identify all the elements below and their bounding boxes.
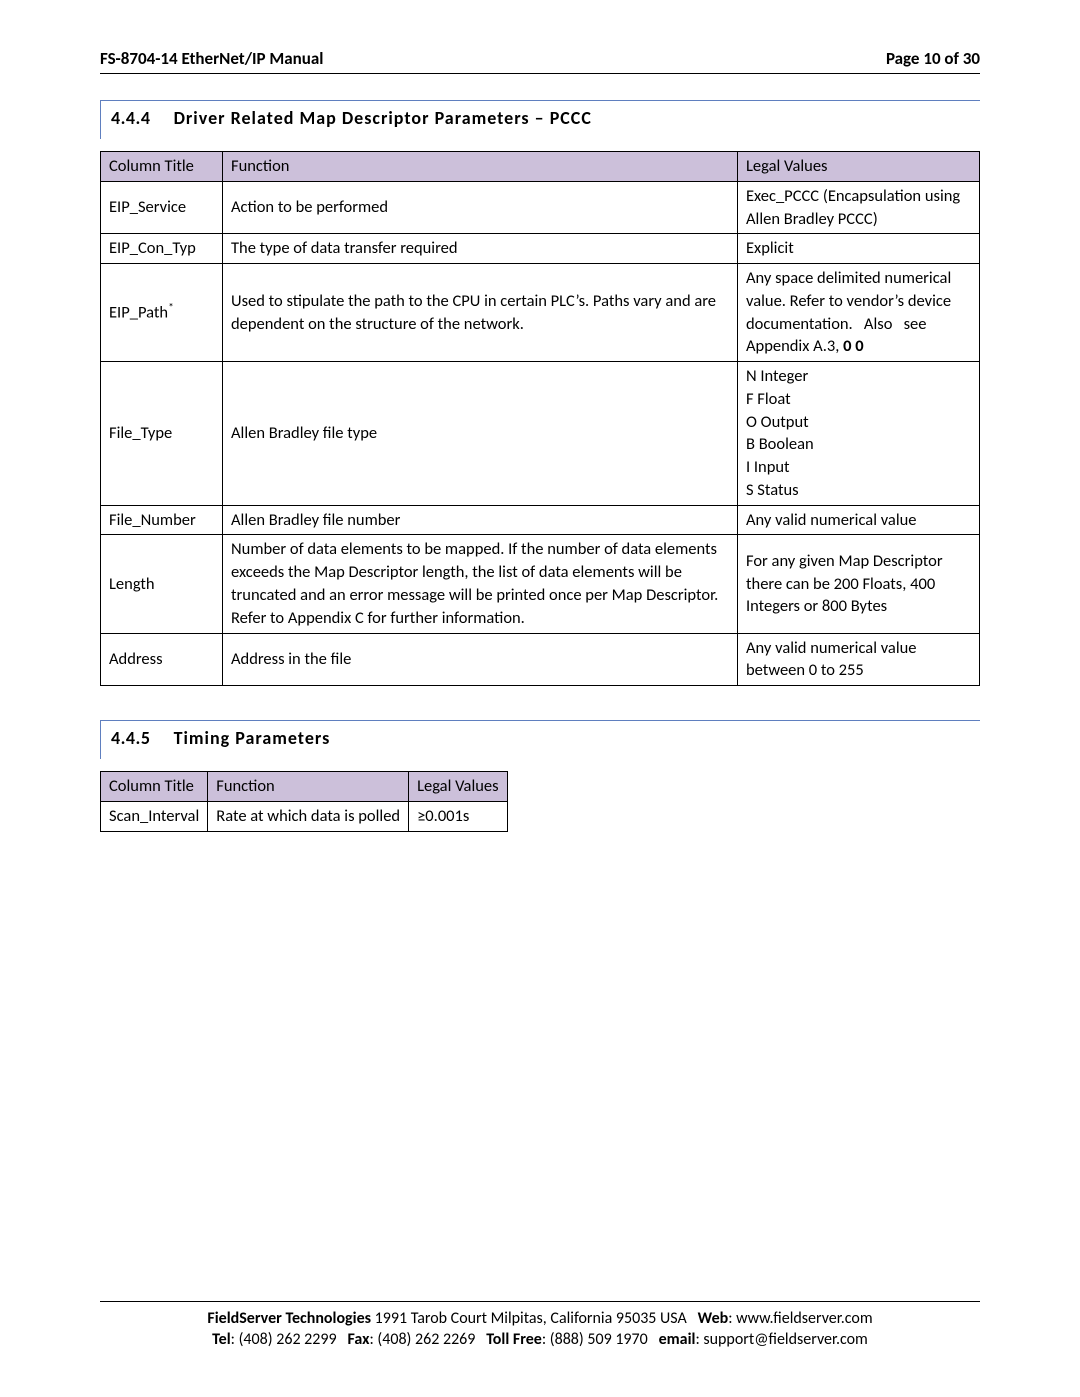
section-title: Driver Related Map Descriptor Parameters… bbox=[174, 107, 592, 129]
table-cell: Any space delimited numerical value. Ref… bbox=[738, 264, 980, 362]
table-cell: EIP_Path* bbox=[101, 264, 223, 362]
table-body: EIP_ServiceAction to be performedExec_PC… bbox=[101, 181, 980, 685]
table-cell: Length bbox=[101, 535, 223, 633]
table-cell: Scan_Interval bbox=[101, 801, 208, 831]
table-cell: Exec_PCCC (Encapsulation using Allen Bra… bbox=[738, 181, 980, 234]
col-header: Legal Values bbox=[409, 772, 508, 802]
section-number: 4.4.5 bbox=[111, 727, 150, 749]
table-cell: For any given Map Descriptor there can b… bbox=[738, 535, 980, 633]
section-title: Timing Parameters bbox=[174, 727, 331, 749]
table-cell: EIP_Service bbox=[101, 181, 223, 234]
table-row: File_NumberAllen Bradley file numberAny … bbox=[101, 505, 980, 535]
table-row: File_TypeAllen Bradley file typeN Intege… bbox=[101, 362, 980, 506]
section-number: 4.4.4 bbox=[111, 107, 150, 129]
table-cell: Any valid numerical value between 0 to 2… bbox=[738, 633, 980, 686]
table-row: LengthNumber of data elements to be mapp… bbox=[101, 535, 980, 633]
table-body: Scan_IntervalRate at which data is polle… bbox=[101, 801, 508, 831]
table-cell: File_Type bbox=[101, 362, 223, 506]
table-header-row: Column Title Function Legal Values bbox=[101, 772, 508, 802]
table-cell: Explicit bbox=[738, 234, 980, 264]
table-cell: Address in the file bbox=[223, 633, 738, 686]
table-row: Scan_IntervalRate at which data is polle… bbox=[101, 801, 508, 831]
table-cell: The type of data transfer required bbox=[223, 234, 738, 264]
page-footer: FieldServer Technologies 1991 Tarob Cour… bbox=[100, 1301, 980, 1351]
table-cell: Number of data elements to be mapped. If… bbox=[223, 535, 738, 633]
table-cell: N IntegerF FloatO OutputB BooleanI Input… bbox=[738, 362, 980, 506]
table-cell: EIP_Con_Typ bbox=[101, 234, 223, 264]
col-header: Function bbox=[208, 772, 409, 802]
table-row: EIP_Con_TypThe type of data transfer req… bbox=[101, 234, 980, 264]
table-cell: Allen Bradley file number bbox=[223, 505, 738, 535]
col-header: Column Title bbox=[101, 772, 208, 802]
manual-title: FS-8704-14 EtherNet/IP Manual bbox=[100, 48, 323, 69]
table-cell: File_Number bbox=[101, 505, 223, 535]
pccc-params-table: Column Title Function Legal Values EIP_S… bbox=[100, 151, 980, 686]
table-cell: Any valid numerical value bbox=[738, 505, 980, 535]
table-row: EIP_Path*Used to stipulate the path to t… bbox=[101, 264, 980, 362]
col-header: Column Title bbox=[101, 152, 223, 182]
table-header-row: Column Title Function Legal Values bbox=[101, 152, 980, 182]
table-row: AddressAddress in the fileAny valid nume… bbox=[101, 633, 980, 686]
col-header: Legal Values bbox=[738, 152, 980, 182]
footer-line-1: FieldServer Technologies 1991 Tarob Cour… bbox=[100, 1308, 980, 1330]
timing-params-table: Column Title Function Legal Values Scan_… bbox=[100, 771, 508, 832]
table-row: EIP_ServiceAction to be performedExec_PC… bbox=[101, 181, 980, 234]
table-cell: Used to stipulate the path to the CPU in… bbox=[223, 264, 738, 362]
section-4-4-5: 4.4.5 Timing Parameters bbox=[100, 720, 980, 759]
page-number: Page 10 of 30 bbox=[886, 48, 980, 69]
table-cell: Address bbox=[101, 633, 223, 686]
table-cell: Action to be performed bbox=[223, 181, 738, 234]
table-cell: Rate at which data is polled bbox=[208, 801, 409, 831]
page-header: FS-8704-14 EtherNet/IP Manual Page 10 of… bbox=[100, 48, 980, 74]
table-cell: ≥0.001s bbox=[409, 801, 508, 831]
table-cell: Allen Bradley file type bbox=[223, 362, 738, 506]
section-4-4-4: 4.4.4 Driver Related Map Descriptor Para… bbox=[100, 100, 980, 139]
col-header: Function bbox=[223, 152, 738, 182]
footer-line-2: Tel: (408) 262 2299 Fax: (408) 262 2269 … bbox=[100, 1329, 980, 1351]
